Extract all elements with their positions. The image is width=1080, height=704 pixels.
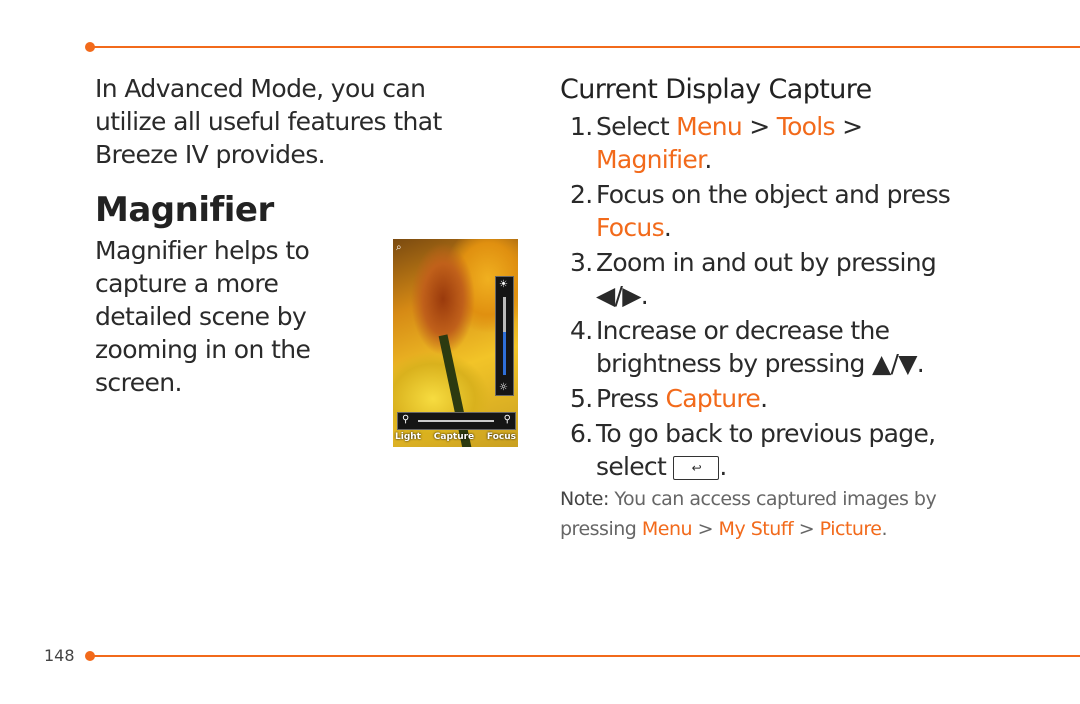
note-menu-link: Menu xyxy=(641,518,693,540)
zoom-slider: ⚲ ⚲ xyxy=(397,412,516,430)
page-number: 148 xyxy=(44,646,75,665)
step-5: 5. Press Capture. xyxy=(570,384,768,413)
back-key-icon: ↩ xyxy=(673,456,720,480)
step-4: 4. Increase or decrease the brightness b… xyxy=(570,316,925,378)
focus-key-label: Focus xyxy=(596,213,665,242)
softkey-light: Light xyxy=(395,432,421,442)
brightness-fill xyxy=(503,332,506,375)
note-mystuff-link: My Stuff xyxy=(718,518,794,540)
menu-link: Menu xyxy=(676,112,743,141)
section-heading: Current Display Capture xyxy=(560,74,872,105)
note-picture-link: Picture xyxy=(819,518,882,540)
zoom-out-icon: ⚲ xyxy=(402,414,410,425)
magnifier-description: Magnifier helps to capture a more detail… xyxy=(95,236,311,397)
flower-stem xyxy=(438,334,473,447)
sun-outline-icon: ☼ xyxy=(499,382,508,393)
step-6: 6. To go back to previous page, select ↩… xyxy=(570,419,936,481)
bottom-rule xyxy=(90,655,1080,657)
zoom-in-icon: ⚲ xyxy=(503,414,511,425)
zoom-track xyxy=(418,420,494,422)
up-down-keys-icon: ▲/▼ xyxy=(871,349,917,378)
softkey-bar: Light Capture Focus xyxy=(393,432,518,442)
tools-link: Tools xyxy=(776,112,836,141)
capture-key-label: Capture xyxy=(665,384,761,413)
note-label: Note: xyxy=(560,488,609,510)
step-1: 1. Select Menu > Tools > Magnifier. xyxy=(570,112,863,174)
brightness-slider: ☀ ☼ xyxy=(495,276,514,396)
magnifier-heading: Magnifier xyxy=(95,190,274,230)
step-3: 3. Zoom in and out by pressing ◀/▶. xyxy=(570,248,937,310)
steps-list: 1. Select Menu > Tools > Magnifier. 2. Fo… xyxy=(570,110,990,485)
sun-icon: ☀ xyxy=(499,279,508,290)
intro-text: In Advanced Mode, you can utilize all us… xyxy=(95,74,442,169)
magnifier-link: Magnifier xyxy=(596,145,705,174)
top-rule xyxy=(90,46,1080,48)
note: Note: You can access captured images by … xyxy=(560,488,937,540)
phone-screenshot: ⌕ ☀ ☼ ⚲ ⚲ Light Capture Focus xyxy=(393,239,518,447)
softkey-capture: Capture xyxy=(433,432,475,442)
softkey-focus: Focus xyxy=(486,432,516,442)
magnifier-mode-icon: ⌕ xyxy=(396,242,402,253)
left-right-keys-icon: ◀/▶ xyxy=(596,281,641,310)
step-2: 2. Focus on the object and press Focus. xyxy=(570,180,951,242)
